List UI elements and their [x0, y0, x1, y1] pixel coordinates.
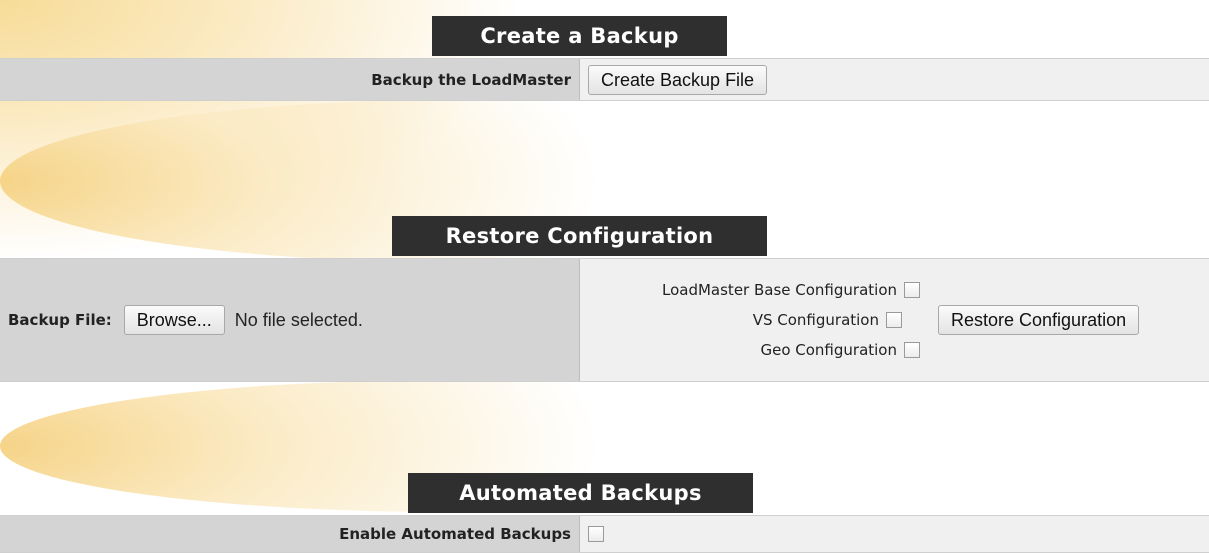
- file-status-text: No file selected.: [234, 309, 363, 330]
- restore-row: Backup File: Browse... No file selected.…: [0, 258, 1209, 382]
- option-label: LoadMaster Base Configuration: [662, 281, 897, 299]
- enable-automated-backups-label: Enable Automated Backups: [0, 516, 580, 552]
- backup-loadmaster-row: Backup the LoadMaster Create Backup File: [0, 58, 1209, 101]
- enable-automated-backups-checkbox[interactable]: [588, 526, 604, 542]
- restore-options-cell: LoadMaster Base Configuration VS Configu…: [580, 259, 1209, 381]
- automated-backups-header: Automated Backups: [408, 473, 753, 513]
- restore-configuration-header: Restore Configuration: [392, 216, 767, 256]
- browse-button[interactable]: Browse...: [123, 305, 225, 335]
- option-base-configuration: LoadMaster Base Configuration: [580, 275, 920, 305]
- restore-configuration-button[interactable]: Restore Configuration: [938, 305, 1140, 335]
- option-label: Geo Configuration: [760, 341, 897, 359]
- option-vs-configuration: VS Configuration: [580, 305, 920, 335]
- enable-automated-backups-value: [580, 516, 1209, 552]
- backup-loadmaster-label: Backup the LoadMaster: [0, 59, 580, 100]
- create-backup-header: Create a Backup: [432, 16, 727, 56]
- backup-loadmaster-value: Create Backup File: [580, 59, 1209, 100]
- create-backup-file-button[interactable]: Create Backup File: [588, 64, 768, 95]
- base-configuration-checkbox[interactable]: [904, 282, 920, 298]
- enable-automated-backups-row: Enable Automated Backups: [0, 515, 1209, 553]
- geo-configuration-checkbox[interactable]: [904, 342, 920, 358]
- backup-file-label: Backup File:: [8, 311, 112, 329]
- backup-file-cell: Backup File: Browse... No file selected.: [0, 259, 580, 381]
- option-label: VS Configuration: [752, 311, 879, 329]
- restore-options-list: LoadMaster Base Configuration VS Configu…: [580, 275, 920, 365]
- option-geo-configuration: Geo Configuration: [580, 335, 920, 365]
- vs-configuration-checkbox[interactable]: [886, 312, 902, 328]
